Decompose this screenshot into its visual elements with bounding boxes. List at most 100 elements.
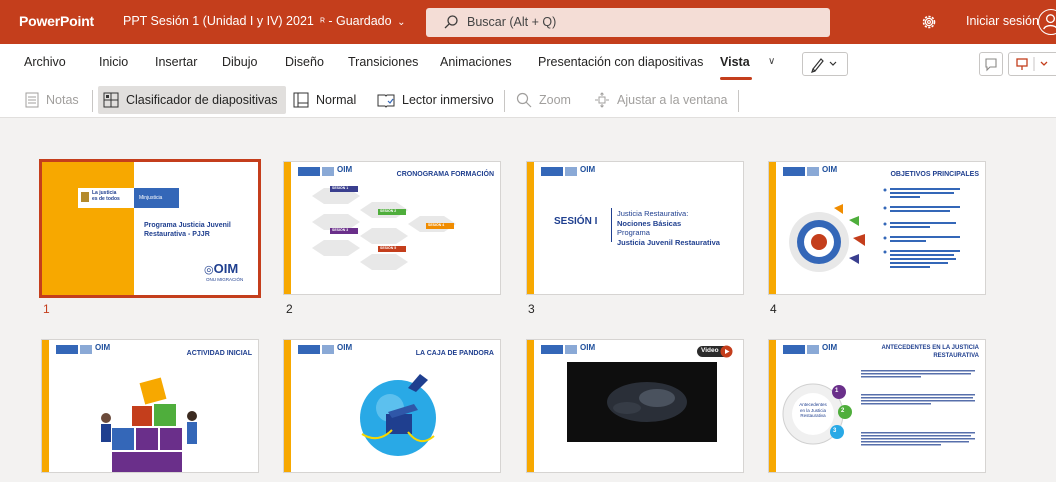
tab-transiciones[interactable]: Transiciones xyxy=(348,55,418,69)
gov-logo-secondary xyxy=(322,167,334,176)
sign-in-link[interactable]: Iniciar sesión xyxy=(966,14,1039,28)
normal-view-label: Normal xyxy=(316,93,357,107)
gov-logo-secondary xyxy=(322,345,334,354)
flag-line-2: es de todos xyxy=(92,196,120,202)
fit-window-button[interactable]: Ajustar a la ventana xyxy=(589,86,733,114)
slide-thumbnail-3[interactable]: OIM SESIÓN I Justicia Restaurativa: Noci… xyxy=(527,162,743,294)
slide-title: ACTIVIDAD INICIAL xyxy=(186,350,252,357)
ribbon-tabs: Archivo Inicio Insertar Dibujo Diseño Tr… xyxy=(0,44,1056,82)
oim-logo: OIM xyxy=(822,165,838,174)
sensitivity-icon: ᴿ xyxy=(320,17,325,28)
diagram-center-text: Antecedentes en la Justicia Restaurativa xyxy=(794,402,832,419)
flag-text: La justicia es de todos xyxy=(92,190,120,202)
pen-icon xyxy=(811,58,837,73)
view-ribbon: Notas Clasificador de diapositivas Norma… xyxy=(0,82,1056,118)
avatar-icon[interactable] xyxy=(1038,9,1056,35)
gear-icon[interactable] xyxy=(920,13,938,31)
tab-presentacion[interactable]: Presentación con diapositivas xyxy=(538,55,703,69)
coat-of-arms-icon xyxy=(81,192,89,202)
document-name: PPT Sesión 1 (Unidad I y IV) 2021 xyxy=(123,14,314,28)
pandora-box-illustration xyxy=(360,374,436,456)
antecedents-text-block xyxy=(861,370,975,446)
globe-icon: ◎ xyxy=(204,264,214,276)
puzzle-illustration xyxy=(101,377,197,472)
slide-number-2: 2 xyxy=(286,302,293,316)
slide-thumbnail-4[interactable]: OIM OBJETIVOS PRINCIPALES xyxy=(769,162,985,294)
video-label: Video xyxy=(701,347,719,354)
gov-logo xyxy=(298,167,320,176)
ministry-text: Minjusticia xyxy=(139,195,163,201)
tab-insertar[interactable]: Insertar xyxy=(155,55,197,69)
fit-window-label: Ajustar a la ventana xyxy=(617,93,728,107)
timeline-diagram xyxy=(312,186,456,270)
gov-logo-secondary xyxy=(807,167,819,176)
zoom-icon xyxy=(516,92,532,108)
present-button[interactable] xyxy=(1008,52,1056,76)
step-3: 3 xyxy=(833,428,837,434)
comment-icon xyxy=(985,58,997,72)
slide-title: CRONOGRAMA FORMACIÓN xyxy=(396,171,494,178)
gov-logo xyxy=(56,345,78,354)
zoom-button[interactable]: Zoom xyxy=(511,86,576,114)
subtitle-line-2: Nociones Básicas xyxy=(617,218,682,228)
slide-title: OBJETIVOS PRINCIPALES xyxy=(890,171,979,178)
immersive-reader-icon xyxy=(377,94,395,108)
slide-sorter-icon xyxy=(103,92,119,108)
app-name[interactable]: PowerPoint xyxy=(19,13,94,29)
tab-diseno[interactable]: Diseño xyxy=(285,55,324,69)
slide-thumbnail-5[interactable]: OIM ACTIVIDAD INICIAL xyxy=(42,340,258,472)
gov-logo-secondary xyxy=(565,167,577,176)
slide-thumbnail-1[interactable]: La justicia es de todos Minjusticia Prog… xyxy=(42,162,258,295)
oim-text: OIM xyxy=(213,261,239,276)
session-label: SESIÓN I xyxy=(554,216,598,227)
ribbon-divider xyxy=(738,90,739,112)
tab-vista[interactable]: Vista xyxy=(720,55,750,69)
target-illustration xyxy=(789,204,865,272)
oim-logo: ◎OIM xyxy=(204,261,238,276)
title-line-2: Restaurativa - PJJR xyxy=(144,231,210,238)
immersive-reader-button[interactable]: Lector inmersivo xyxy=(372,86,499,114)
vertical-scrollbar[interactable] xyxy=(1047,118,1056,482)
title-bar: PowerPoint PPT Sesión 1 (Unidad I y IV) … xyxy=(0,0,1056,44)
tab-inicio[interactable]: Inicio xyxy=(99,55,128,69)
ribbon-divider xyxy=(92,90,93,112)
save-state: Guardado xyxy=(335,14,392,28)
gov-logo-secondary xyxy=(565,345,577,354)
session-label-4: SESIÓN 4 xyxy=(428,223,445,227)
video-frame[interactable] xyxy=(567,362,717,442)
gov-logo xyxy=(298,345,320,354)
tab-animaciones[interactable]: Animaciones xyxy=(440,55,512,69)
oim-logo: OIM xyxy=(822,343,838,352)
normal-view-button[interactable]: Normal xyxy=(288,86,361,114)
slide-thumbnail-2[interactable]: OIM CRONOGRAMA FORMACIÓN SESIÓN 1 SESIÓN… xyxy=(284,162,500,294)
slide-thumbnail-6[interactable]: OIM LA CAJA DE PANDORA xyxy=(284,340,500,472)
search-box[interactable]: Buscar (Alt + Q) xyxy=(426,8,830,37)
slide-thumbnail-7[interactable]: OIM Video xyxy=(527,340,743,472)
slide-yellow-strip xyxy=(527,162,534,294)
oim-logo: OIM xyxy=(580,343,596,352)
gov-logo xyxy=(541,345,563,354)
active-tab-indicator xyxy=(720,77,752,80)
slide-thumbnail-8[interactable]: OIM ANTECEDENTES EN LA JUSTICIA RESTAURA… xyxy=(769,340,985,472)
notes-button[interactable]: Notas xyxy=(20,86,84,114)
comments-button[interactable] xyxy=(979,52,1003,76)
chevron-down-icon[interactable]: ∨ xyxy=(768,56,775,67)
slide-yellow-strip xyxy=(284,340,291,472)
pen-dropdown-button[interactable] xyxy=(802,52,848,76)
person-icon xyxy=(1043,14,1056,30)
step-2: 2 xyxy=(841,408,845,414)
slide-number-3: 3 xyxy=(528,302,535,316)
title-line-1: ANTECEDENTES EN LA JUSTICIA xyxy=(881,345,979,351)
tab-archivo[interactable]: Archivo xyxy=(24,55,66,69)
slide-number-4: 4 xyxy=(770,302,777,316)
subtitle-line-4: Justicia Juvenil Restaurativa xyxy=(617,237,720,247)
oim-logo: OIM xyxy=(337,343,353,352)
gov-logo xyxy=(783,345,805,354)
subtitle-line-1: Justicia Restaurativa: xyxy=(617,209,689,218)
immersive-reader-label: Lector inmersivo xyxy=(402,93,494,107)
slide-sorter-label: Clasificador de diapositivas xyxy=(126,93,278,107)
document-title[interactable]: PPT Sesión 1 (Unidad I y IV) 2021 ᴿ - Gu… xyxy=(123,14,405,28)
slide-sorter-button[interactable]: Clasificador de diapositivas xyxy=(98,86,286,114)
gov-logo-secondary xyxy=(80,345,92,354)
tab-dibujo[interactable]: Dibujo xyxy=(222,55,257,69)
